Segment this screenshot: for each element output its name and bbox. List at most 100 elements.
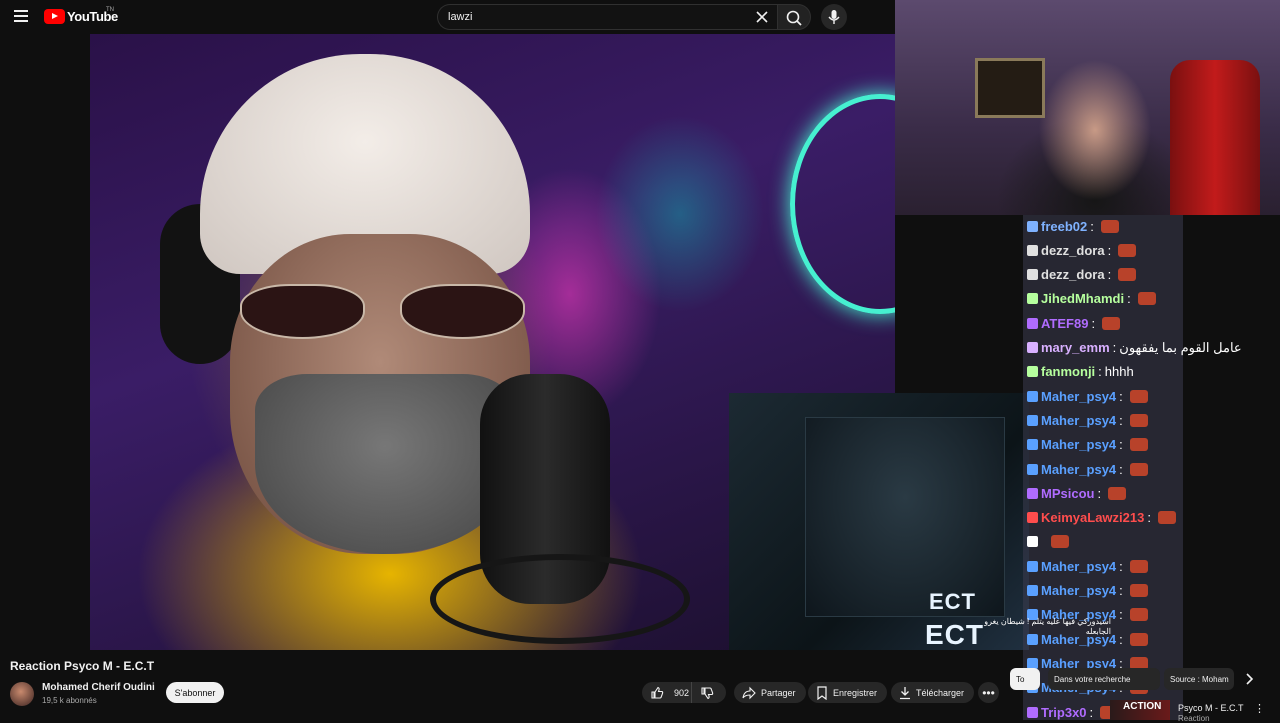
- chat-message: freeb02:: [1027, 215, 1119, 237]
- chat-separator: :: [1097, 485, 1102, 501]
- chat-username[interactable]: Maher_psy4: [1041, 559, 1116, 574]
- bookmark-icon: [817, 685, 827, 700]
- subscribe-button[interactable]: S'abonner: [166, 682, 224, 703]
- like-count: 902: [674, 687, 690, 698]
- chat-username[interactable]: fanmonji: [1041, 364, 1095, 379]
- search-button[interactable]: [777, 4, 811, 30]
- share-button[interactable]: Partager: [734, 682, 806, 703]
- related-chips: To Dans votre recherche Source : Moham: [1010, 668, 1270, 690]
- neon-light: [790, 94, 895, 314]
- music-video-thumbnail: ECT ECT: [729, 393, 1029, 650]
- chat-username[interactable]: ATEF89: [1041, 316, 1088, 331]
- chat-text: عامل القوم بما يفقهون: [1119, 339, 1242, 355]
- beard: [255, 374, 515, 554]
- recommended-title[interactable]: Psyco M - E.C.T: [1178, 703, 1244, 713]
- emote-icon: [1129, 389, 1148, 403]
- chat-message: dezz_dora:: [1027, 264, 1137, 286]
- chat-username[interactable]: Maher_psy4: [1041, 389, 1116, 404]
- recommended-menu-icon[interactable]: ⋮: [1254, 702, 1265, 715]
- chat-message: mary_emm: عامل القوم بما يفقهون: [1027, 337, 1242, 359]
- logo-country-code: TN: [106, 7, 114, 13]
- like-button[interactable]: 902: [642, 682, 692, 703]
- chat-separator: :: [1098, 364, 1102, 380]
- dislike-button[interactable]: [692, 682, 726, 703]
- chip-from-search[interactable]: Dans votre recherche: [1048, 668, 1160, 690]
- chat-username[interactable]: dezz_dora: [1041, 267, 1105, 282]
- chat-overlay-text: اسيدوركي فيها عليه يتلم ! شيطان يغرو الج…: [984, 617, 1111, 636]
- search-input[interactable]: lawzi: [437, 4, 777, 30]
- chat-separator: :: [1127, 291, 1131, 307]
- wall-frame: [975, 58, 1045, 118]
- hamburger-menu-icon[interactable]: [14, 10, 28, 22]
- chat-message: dezz_dora:: [1027, 239, 1137, 261]
- emote-icon: [1129, 413, 1148, 427]
- chat-separator: :: [1107, 242, 1112, 258]
- chat-username[interactable]: mary_emm: [1041, 340, 1110, 355]
- chat-badge-icon: [1027, 293, 1038, 305]
- chat-text: hhhh: [1104, 364, 1134, 380]
- save-button[interactable]: Enregistrer: [808, 682, 888, 703]
- chat-separator: :: [1119, 437, 1123, 453]
- chat-username[interactable]: dezz_dora: [1041, 243, 1105, 258]
- emote-icon: [1118, 243, 1137, 257]
- download-button[interactable]: Télécharger: [891, 682, 975, 703]
- chat-separator: :: [1119, 583, 1123, 598]
- channel-name[interactable]: Mohamed Cherif Oudini: [42, 682, 155, 693]
- chat-badge-icon: [1027, 585, 1038, 596]
- thumbs-down-icon: [700, 686, 713, 699]
- chat-badge-icon: [1027, 390, 1038, 402]
- emote-icon: [1157, 511, 1176, 525]
- close-icon[interactable]: [756, 11, 768, 23]
- subscriber-count: 19,5 k abonnés: [42, 696, 97, 705]
- save-label: Enregistrer: [833, 687, 878, 698]
- chat-badge-icon: [1027, 487, 1038, 499]
- more-actions-button[interactable]: •••: [978, 682, 999, 703]
- chat-message: Maher_psy4:: [1027, 555, 1148, 577]
- microphone-mount: [430, 554, 690, 644]
- chevron-right-icon[interactable]: [1242, 672, 1256, 686]
- chat-message: Maher_psy4:: [1027, 385, 1148, 407]
- chat-badge-icon: [1027, 366, 1038, 378]
- microphone-icon: [828, 10, 840, 24]
- chat-message: Maher_psy4:: [1027, 458, 1148, 480]
- thumbs-up-icon: [651, 686, 664, 699]
- recommended-thumbnail-label: ACTION: [1123, 701, 1162, 712]
- chat-badge-icon: [1027, 342, 1038, 353]
- chat-badge-icon: [1027, 439, 1038, 451]
- chip-all[interactable]: To: [1010, 668, 1040, 690]
- thumbnail-text-bottom: ECT: [925, 619, 984, 650]
- chat-message: MPsicou:: [1027, 482, 1127, 504]
- chat-badge-icon: [1027, 536, 1038, 548]
- chat-username[interactable]: JihedMhamdi: [1041, 291, 1124, 306]
- webcam-overlay: [895, 0, 1280, 215]
- video-title: Reaction Psyco M - E.C.T: [10, 659, 155, 673]
- download-icon: [900, 686, 910, 699]
- share-label: Partager: [761, 687, 796, 698]
- search-query: lawzi: [448, 11, 473, 23]
- voice-search-button[interactable]: [821, 4, 847, 30]
- chat-message: KeimyaLawzi213:: [1027, 507, 1176, 529]
- chat-username[interactable]: MPsicou: [1041, 486, 1094, 501]
- sunglasses: [240, 284, 530, 344]
- chat-username[interactable]: Maher_psy4: [1041, 437, 1116, 452]
- chat-username[interactable]: KeimyaLawzi213: [1041, 510, 1144, 525]
- emote-icon: [1051, 535, 1069, 549]
- chat-message: fanmonji: hhhh: [1027, 361, 1134, 383]
- share-icon: [742, 686, 756, 699]
- like-dislike-bar: 902: [642, 682, 726, 703]
- chip-source[interactable]: Source : Moham: [1164, 668, 1234, 690]
- chat-username[interactable]: Maher_psy4: [1041, 583, 1116, 598]
- chat-message: Maher_psy4:: [1027, 580, 1148, 602]
- chat-separator: :: [1147, 510, 1151, 526]
- chat-separator: :: [1119, 461, 1123, 477]
- emote-icon: [1129, 584, 1148, 597]
- chat-username[interactable]: Trip3x0: [1041, 705, 1087, 720]
- youtube-play-icon: [44, 9, 65, 24]
- avatar[interactable]: [10, 682, 34, 706]
- chat-username[interactable]: Maher_psy4: [1041, 462, 1116, 477]
- thumbnail-artwork: [805, 417, 1005, 617]
- chat-separator: :: [1119, 388, 1123, 404]
- chat-badge-icon: [1027, 706, 1038, 718]
- chat-username[interactable]: Maher_psy4: [1041, 413, 1116, 428]
- chat-username[interactable]: freeb02: [1041, 219, 1087, 234]
